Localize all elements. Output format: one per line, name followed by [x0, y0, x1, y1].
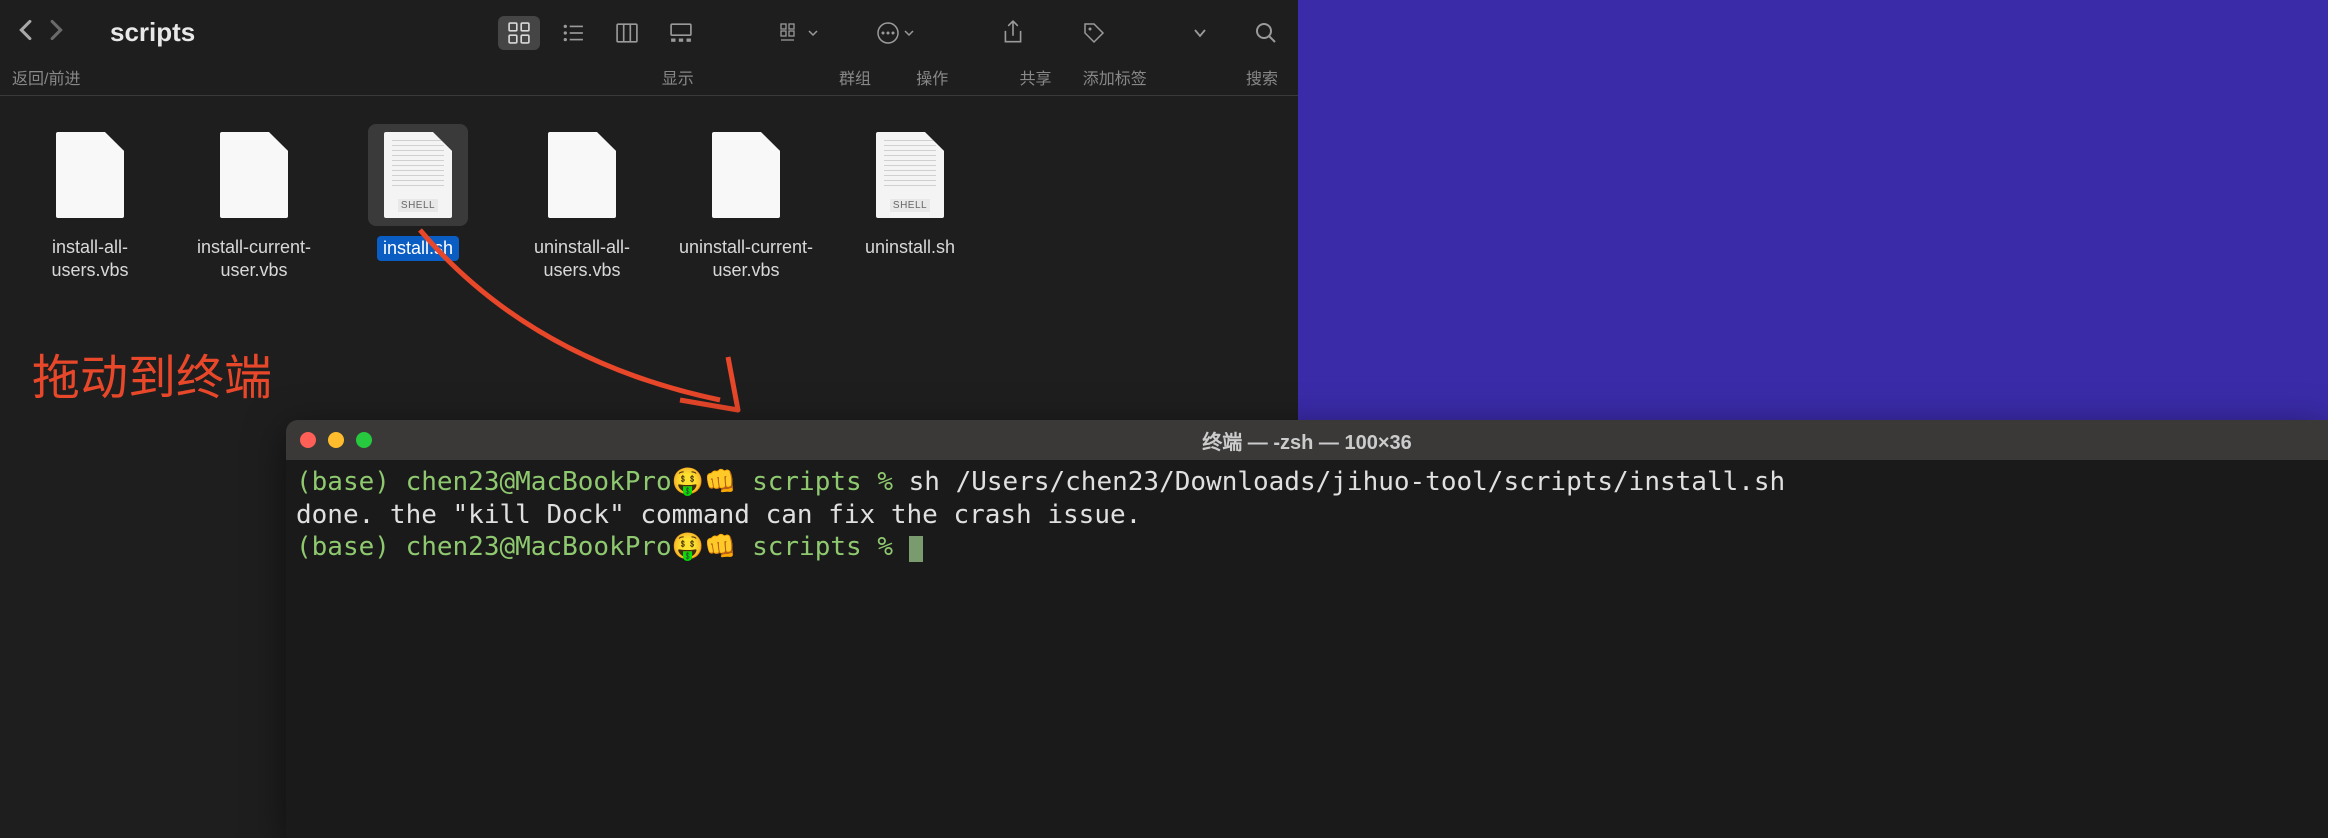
file-icon-wrap [696, 124, 796, 226]
group-button[interactable] [770, 16, 828, 50]
terminal-line: (base) chen23@MacBookPro🤑👊 scripts % [296, 531, 2318, 564]
toolbar-labels: 返回/前进 显示 群组 操作 共享 添加标签 搜索 [0, 65, 1298, 95]
group-label: 群组 [839, 65, 871, 89]
chevron-down-icon [1194, 28, 1206, 38]
terminal-title: 终端 — -zsh — 100×36 [1202, 426, 1412, 455]
file-icon-wrap: SHELL [368, 124, 468, 226]
shell-file-icon: SHELL [384, 132, 452, 218]
prompt-path: scripts % [736, 467, 908, 497]
prompt-prefix: (base) chen23@MacBookPro🤑👊 [296, 532, 736, 562]
chevron-down-icon [904, 29, 914, 37]
file-item[interactable]: uninstall-all-users.vbs [502, 116, 662, 291]
generic-file-icon [548, 132, 616, 218]
search-label: 搜索 [1246, 65, 1278, 89]
file-item[interactable]: install-all-users.vbs [10, 116, 170, 291]
forward-button[interactable] [42, 15, 72, 51]
shell-badge: SHELL [890, 199, 930, 212]
file-item[interactable]: SHELL uninstall.sh [830, 116, 990, 291]
file-label: install-all-users.vbs [15, 236, 165, 283]
tag-label: 添加标签 [1083, 65, 1147, 89]
icon-view-button[interactable] [498, 16, 540, 50]
nav-label: 返回/前进 [12, 65, 80, 89]
search-icon [1254, 21, 1278, 45]
list-view-button[interactable] [552, 16, 594, 50]
share-button[interactable] [992, 14, 1034, 52]
search-button[interactable] [1244, 15, 1288, 51]
share-label: 共享 [1019, 65, 1051, 89]
traffic-lights [300, 432, 372, 448]
file-item[interactable]: SHELL install.sh [338, 116, 498, 291]
prompt-path: scripts % [736, 532, 908, 562]
view-mode-group [498, 16, 702, 50]
close-button[interactable] [300, 432, 316, 448]
file-label: uninstall-all-users.vbs [507, 236, 657, 283]
file-label: uninstall-current-user.vbs [671, 236, 821, 283]
shell-file-icon: SHELL [876, 132, 944, 218]
maximize-button[interactable] [356, 432, 372, 448]
column-view-button[interactable] [606, 16, 648, 50]
file-icon-wrap [532, 124, 632, 226]
annotation-text: 拖动到终端 [32, 338, 272, 408]
file-label: install-current-user.vbs [179, 236, 329, 283]
generic-file-icon [712, 132, 780, 218]
nav-buttons [10, 15, 72, 51]
generic-file-icon [56, 132, 124, 218]
terminal-line: (base) chen23@MacBookPro🤑👊 scripts % sh … [296, 466, 2318, 499]
terminal-command: sh /Users/chen23/Downloads/jihuo-tool/sc… [909, 467, 1786, 497]
minimize-button[interactable] [328, 432, 344, 448]
finder-title: scripts [110, 17, 195, 48]
display-label: 显示 [662, 65, 694, 89]
back-button[interactable] [10, 15, 40, 51]
file-icon-wrap [204, 124, 304, 226]
chevron-down-icon [808, 29, 818, 37]
file-item[interactable]: install-current-user.vbs [174, 116, 334, 291]
action-button[interactable] [866, 15, 924, 51]
file-icon-wrap: SHELL [860, 124, 960, 226]
file-label: install.sh [377, 236, 459, 261]
terminal-body[interactable]: (base) chen23@MacBookPro🤑👊 scripts % sh … [286, 460, 2328, 838]
action-label: 操作 [916, 65, 948, 89]
dropdown-button[interactable] [1184, 22, 1216, 44]
generic-file-icon [220, 132, 288, 218]
finder-toolbar: scripts [0, 0, 1298, 65]
prompt-prefix: (base) chen23@MacBookPro🤑👊 [296, 467, 736, 497]
gallery-view-button[interactable] [660, 16, 702, 50]
terminal-window[interactable]: 终端 — -zsh — 100×36 (base) chen23@MacBook… [286, 420, 2328, 838]
terminal-cursor [909, 536, 923, 562]
file-label: uninstall.sh [865, 236, 955, 259]
terminal-output: done. the "kill Dock" command can fix th… [296, 499, 2318, 532]
file-item[interactable]: uninstall-current-user.vbs [666, 116, 826, 291]
file-icon-wrap [40, 124, 140, 226]
terminal-titlebar[interactable]: 终端 — -zsh — 100×36 [286, 420, 2328, 460]
tag-button[interactable] [1072, 15, 1116, 51]
shell-badge: SHELL [398, 199, 438, 212]
